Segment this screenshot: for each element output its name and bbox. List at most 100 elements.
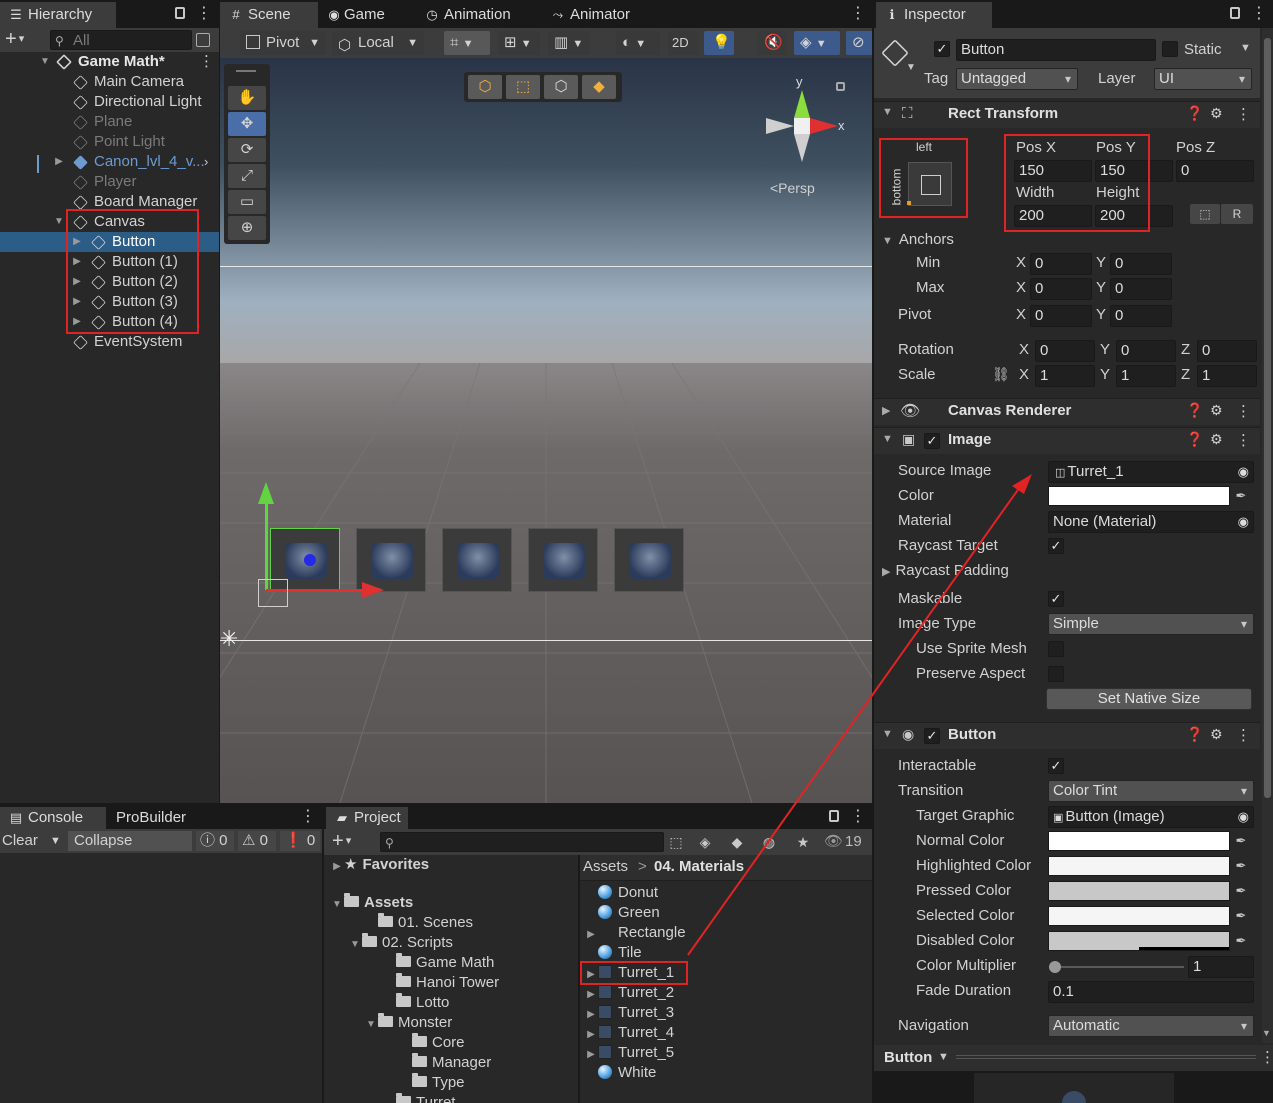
eyedropper-icon[interactable]: ✒ [1232, 882, 1250, 900]
scroll-down-arrow[interactable]: ▼ [1262, 1028, 1271, 1038]
warning-filter-button[interactable]: ⚠ 0 [238, 831, 276, 851]
preview-title[interactable]: Button [884, 1049, 932, 1066]
clear-options-button[interactable]: ▼ [50, 831, 61, 851]
rot-z-field[interactable]: 0 [1197, 340, 1257, 362]
palette-grip[interactable] [236, 70, 256, 72]
interactable-checkbox[interactable]: ✓ [1048, 758, 1064, 774]
search-by-type-icon[interactable]: ⬚ [669, 835, 683, 849]
folder-tree-item[interactable]: Lotto [382, 993, 449, 1013]
eyedropper-icon[interactable]: ✒ [1232, 932, 1250, 950]
help-icon[interactable]: ❓ [1186, 726, 1203, 743]
help-icon[interactable]: ❓ [1186, 431, 1203, 448]
more-icon[interactable]: ⋮ [196, 4, 212, 24]
tab-animator[interactable]: ⤳ Animator [542, 2, 642, 28]
color-multiplier-field[interactable]: 1 [1188, 956, 1254, 978]
raycast-target-checkbox[interactable]: ✓ [1048, 538, 1064, 554]
selected-color-swatch[interactable] [1048, 906, 1230, 926]
mode-2d-button[interactable]: 2D [668, 31, 698, 55]
use-sprite-mesh-checkbox[interactable] [1048, 641, 1064, 657]
scale-y-field[interactable]: 1 [1116, 365, 1176, 387]
rect-select-icon[interactable]: ⬚ [506, 75, 540, 99]
scene-viewport[interactable]: ✋ ✥ ⟳ ⤢ ▭ ⊕ ⬡ ⬚ ⬡ ◆ y x <Persp ✳ [220, 58, 872, 803]
max-y-field[interactable]: 0 [1110, 278, 1172, 300]
expand-icon[interactable]: ▼ [330, 895, 344, 915]
pos-z-field[interactable]: 0 [1176, 160, 1254, 182]
prefab-open-chevron-icon[interactable]: › [204, 152, 208, 172]
tab-scene[interactable]: # Scene [220, 2, 318, 28]
constrain-proportions-icon[interactable]: ⛓ [992, 366, 1010, 383]
disabled-color-swatch[interactable] [1048, 931, 1230, 951]
hierarchy-item[interactable]: EventSystem [0, 332, 219, 352]
filter-by-label-icon[interactable]: ◆ [730, 835, 744, 849]
transition-dropdown[interactable]: Color Tint [1048, 780, 1254, 802]
expand-icon[interactable]: ▶ [584, 1005, 598, 1025]
scale-z-field[interactable]: 1 [1197, 365, 1257, 387]
presets-icon[interactable]: ⚙ [1210, 402, 1223, 419]
grid-visibility-button[interactable]: ▥ ▼ [548, 31, 590, 55]
max-x-field[interactable]: 0 [1030, 278, 1092, 300]
eyedropper-icon[interactable]: ✒ [1232, 832, 1250, 850]
visibility-toggle[interactable]: ⊘ [846, 31, 872, 55]
scene-turret-sprite[interactable] [442, 528, 512, 592]
pivot-y-field[interactable]: 0 [1110, 305, 1172, 327]
console-more-icon[interactable]: ⋮ [300, 807, 316, 827]
preview-more-icon[interactable]: ⋮ [1260, 1048, 1273, 1066]
search-options-icon[interactable] [196, 33, 210, 47]
folder-tree-item[interactable]: Type [398, 1073, 465, 1093]
scene-more-icon[interactable]: ⋮ [850, 4, 866, 24]
project-file-item[interactable]: ▶ Turret_5 [584, 1043, 870, 1063]
tab-probuilder[interactable]: ProBuilder [108, 807, 208, 829]
cube-filled-icon[interactable]: ◆ [582, 75, 616, 99]
inspector-lock-icon[interactable] [1230, 7, 1240, 19]
move-handle-xy-plane[interactable] [258, 579, 288, 607]
tab-animation[interactable]: ◷ Animation [416, 2, 526, 28]
icon-selector-arrow[interactable]: ▼ [906, 62, 916, 73]
folder-tree-item[interactable]: ▼ Assets [330, 893, 413, 913]
grid-snap-button[interactable]: ⌗ ▼ [444, 31, 490, 55]
folder-tree-item[interactable]: Hanoi Tower [382, 973, 499, 993]
expand-icon[interactable]: ▶ [584, 985, 598, 1005]
gizmo-lock-icon[interactable] [836, 82, 845, 91]
error-filter-button[interactable]: ❗ 0 [280, 831, 320, 851]
color-multiplier-slider-track[interactable] [1054, 966, 1184, 968]
active-checkbox[interactable]: ✓ [934, 41, 950, 57]
static-checkbox[interactable] [1162, 41, 1178, 57]
object-picker-icon[interactable]: ◉ [1238, 462, 1249, 482]
expand-icon[interactable]: ▶ [52, 152, 66, 172]
preview-dropdown-icon[interactable]: ▼ [938, 1051, 949, 1063]
breadcrumb-current[interactable]: 04. Materials [654, 858, 744, 875]
button-foldout[interactable]: ▼ [882, 728, 893, 740]
snap-increment-button[interactable]: ⊞ ▼ [498, 31, 540, 55]
eyedropper-icon[interactable]: ✒ [1232, 857, 1250, 875]
info-filter-button[interactable]: ⓘ 0 [196, 831, 234, 851]
object-name-input[interactable]: Button [956, 39, 1156, 61]
pressed-color-swatch[interactable] [1048, 881, 1230, 901]
component-more-icon[interactable]: ⋮ [1236, 431, 1251, 449]
clear-button[interactable]: Clear [2, 831, 38, 851]
help-icon[interactable]: ❓ [1186, 402, 1203, 419]
move-handle-y-arrow[interactable] [258, 482, 274, 504]
anchors-foldout[interactable]: ▼ Anchors [882, 230, 954, 251]
maskable-checkbox[interactable]: ✓ [1048, 591, 1064, 607]
rect-transform-foldout[interactable]: ▼ [882, 106, 893, 118]
min-y-field[interactable]: 0 [1110, 253, 1172, 275]
collapse-button[interactable]: Collapse [68, 831, 192, 851]
folder-tree-item[interactable]: Manager [398, 1053, 491, 1073]
project-lock-icon[interactable] [829, 810, 839, 822]
presets-icon[interactable]: ⚙ [1210, 105, 1223, 122]
scale-tool-button[interactable]: ⤢ [228, 164, 266, 188]
object-picker-icon[interactable]: ◉ [1238, 807, 1249, 827]
folder-tree-item[interactable]: ▼ Monster [364, 1013, 452, 1033]
expand-icon[interactable]: ▼ [348, 935, 362, 955]
project-file-item[interactable]: ▶ Turret_4 [584, 1023, 870, 1043]
project-search-input[interactable]: ⚲ [380, 832, 664, 852]
favorite-star-icon[interactable]: ★ [796, 835, 810, 849]
component-more-icon[interactable]: ⋮ [1236, 726, 1251, 744]
scene-turret-sprite[interactable] [614, 528, 684, 592]
expand-icon[interactable]: ▼ [52, 212, 66, 232]
expand-icon[interactable]: ▶ [584, 925, 598, 945]
rect-transform-header[interactable]: ▼ ⛶ Rect Transform ❓ ⚙ ⋮ [874, 101, 1260, 128]
expand-icon[interactable]: ▼ [364, 1015, 378, 1035]
image-header[interactable]: ▼ ▣ ✓ Image ❓ ⚙ ⋮ [874, 427, 1260, 454]
hierarchy-item[interactable]: Plane [0, 112, 219, 132]
